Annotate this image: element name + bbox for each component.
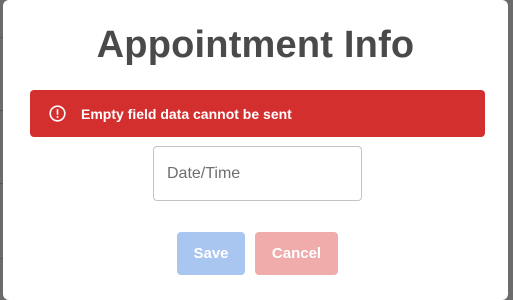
datetime-field[interactable] <box>153 146 362 201</box>
datetime-input[interactable] <box>154 147 361 200</box>
error-circle-icon <box>49 105 66 122</box>
alert-message: Empty field data cannot be sent <box>81 105 292 122</box>
appointment-info-dialog: Appointment Info Empty field data cannot… <box>3 0 508 300</box>
error-alert: Empty field data cannot be sent <box>30 90 485 137</box>
dialog-title: Appointment Info <box>96 24 415 66</box>
save-button[interactable]: Save <box>177 232 245 275</box>
cancel-button[interactable]: Cancel <box>255 232 338 275</box>
